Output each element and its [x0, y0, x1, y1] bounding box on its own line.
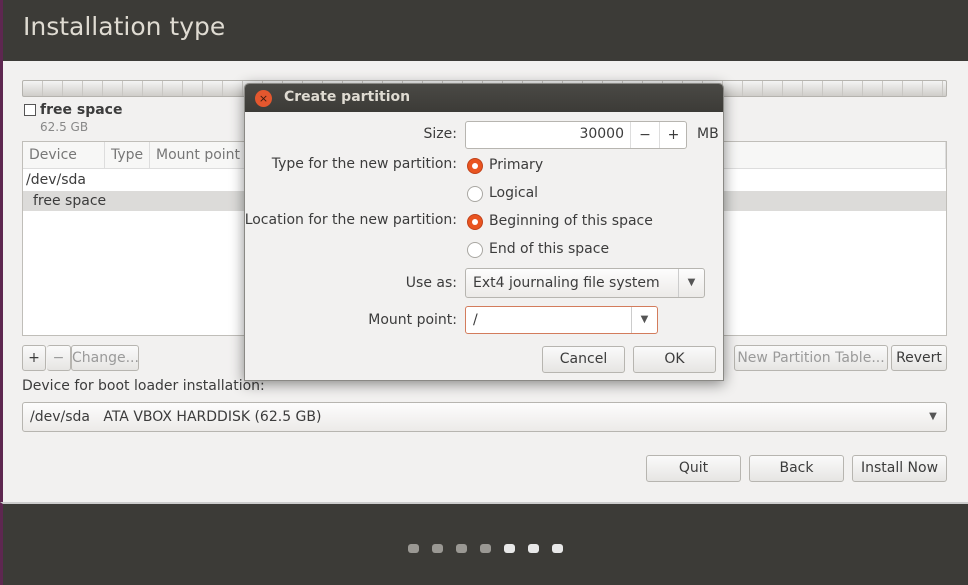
remove-partition-button[interactable]: − [47, 345, 71, 371]
progress-dot [432, 544, 443, 553]
free-space-legend-swatch [24, 104, 36, 116]
size-label: Size: [423, 126, 457, 142]
radio-logical[interactable] [467, 186, 483, 202]
row-device: free space [33, 193, 107, 209]
progress-dot [480, 544, 491, 553]
close-icon[interactable]: × [255, 90, 272, 107]
dialog-title: Create partition [284, 89, 411, 105]
radio-beginning[interactable] [467, 214, 483, 230]
use-as-label: Use as: [405, 275, 457, 291]
primary-label[interactable]: Primary [489, 157, 543, 173]
footer [0, 502, 968, 585]
change-partition-button[interactable]: Change... [71, 345, 139, 371]
size-spinbox[interactable]: 30000 − + [465, 121, 687, 149]
free-space-legend-label: free space [40, 102, 123, 118]
boot-loader-select[interactable]: /dev/sda ATA VBOX HARDDISK (62.5 GB) ▼ [22, 402, 947, 432]
chevron-down-icon: ▼ [929, 411, 937, 422]
cancel-button[interactable]: Cancel [542, 346, 625, 373]
radio-end[interactable] [467, 242, 483, 258]
dialog-titlebar: × Create partition [245, 84, 723, 112]
end-label[interactable]: End of this space [489, 241, 609, 257]
progress-dot [408, 544, 419, 553]
decrease-size-button[interactable]: − [630, 122, 659, 148]
mount-point-combo[interactable]: / ▼ [465, 306, 658, 334]
chevron-down-icon: ▼ [678, 269, 704, 297]
mount-point-label: Mount point: [368, 312, 457, 328]
radio-primary[interactable] [467, 158, 483, 174]
install-now-button[interactable]: Install Now [852, 455, 947, 482]
logical-label[interactable]: Logical [489, 185, 538, 201]
add-partition-button[interactable]: + [22, 345, 46, 371]
new-partition-table-button[interactable]: New Partition Table... [734, 345, 888, 371]
row-device: /dev/sda [26, 172, 86, 188]
mount-point-input[interactable]: / [473, 312, 478, 328]
progress-dot [552, 544, 563, 553]
column-device[interactable]: Device [23, 142, 105, 169]
header: Installation type [0, 0, 968, 61]
progress-dot [456, 544, 467, 553]
free-space-legend-size: 62.5 GB [40, 120, 89, 134]
use-as-value: Ext4 journaling file system [473, 275, 660, 291]
use-as-select[interactable]: Ext4 journaling file system ▼ [465, 268, 705, 298]
progress-dot [504, 544, 515, 553]
boot-device: /dev/sda [30, 409, 90, 425]
beginning-label[interactable]: Beginning of this space [489, 213, 653, 229]
quit-button[interactable]: Quit [646, 455, 741, 482]
location-label: Location for the new partition: [244, 212, 457, 228]
boot-loader-label: Device for boot loader installation: [22, 378, 265, 394]
back-button[interactable]: Back [749, 455, 844, 482]
size-unit: MB [697, 126, 719, 142]
increase-size-button[interactable]: + [659, 122, 687, 148]
progress-dot [528, 544, 539, 553]
page-title: Installation type [23, 12, 226, 41]
type-label: Type for the new partition: [271, 156, 457, 172]
chevron-down-icon[interactable]: ▼ [631, 307, 657, 333]
create-partition-dialog: × Create partition Size: 30000 − + MB Ty… [244, 83, 724, 381]
column-type[interactable]: Type [105, 142, 150, 169]
boot-device-description: ATA VBOX HARDDISK (62.5 GB) [103, 409, 322, 425]
size-input[interactable]: 30000 [466, 126, 624, 142]
ok-button[interactable]: OK [633, 346, 716, 373]
revert-button[interactable]: Revert [891, 345, 947, 371]
